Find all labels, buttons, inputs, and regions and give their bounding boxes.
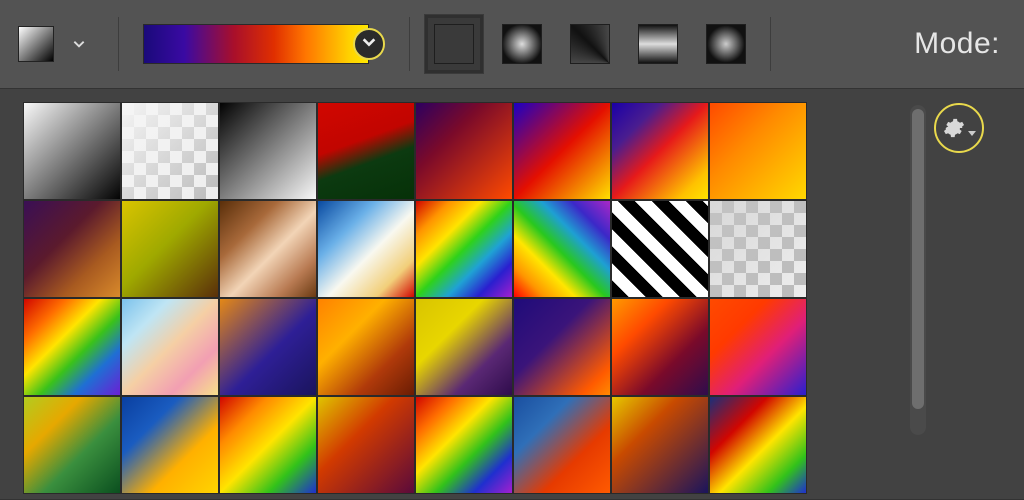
tool-preset-swatch[interactable] xyxy=(18,26,54,62)
gradient-type-radial[interactable] xyxy=(502,24,542,64)
gradient-preset[interactable] xyxy=(318,201,414,297)
gradient-type-angle[interactable] xyxy=(570,24,610,64)
panel-menu-button[interactable] xyxy=(934,103,984,153)
gradient-type-group xyxy=(434,24,746,64)
gradient-preset[interactable] xyxy=(220,299,316,395)
gradient-preset[interactable] xyxy=(24,201,120,297)
gradient-type-diamond[interactable] xyxy=(706,24,746,64)
gradient-preview-group xyxy=(143,24,385,64)
tool-preset-dropdown[interactable] xyxy=(64,29,94,59)
gradient-preset-grid xyxy=(24,103,892,493)
menu-caret-icon xyxy=(968,131,976,136)
gradient-type-linear[interactable] xyxy=(434,24,474,64)
mode-label: Mode: xyxy=(914,27,1006,61)
gradient-preset[interactable] xyxy=(24,397,120,493)
gradient-preset[interactable] xyxy=(514,299,610,395)
gradient-preset[interactable] xyxy=(122,397,218,493)
gradient-preset[interactable] xyxy=(612,103,708,199)
gradient-picker-panel xyxy=(0,88,1024,500)
divider xyxy=(409,17,410,71)
gradient-preset[interactable] xyxy=(220,201,316,297)
gradient-preset[interactable] xyxy=(318,397,414,493)
gradient-preset[interactable] xyxy=(318,103,414,199)
gradient-picker-dropdown[interactable] xyxy=(353,28,385,60)
gradient-preset[interactable] xyxy=(122,201,218,297)
scrollbar-thumb[interactable] xyxy=(912,109,924,409)
gradient-preset[interactable] xyxy=(122,103,218,199)
gear-icon xyxy=(943,117,965,139)
gradient-preset[interactable] xyxy=(318,299,414,395)
gradient-preset[interactable] xyxy=(24,299,120,395)
gradient-preset[interactable] xyxy=(514,201,610,297)
gradient-preset[interactable] xyxy=(220,103,316,199)
gradient-preset[interactable] xyxy=(710,397,806,493)
chevron-down-icon xyxy=(72,37,86,51)
gradient-preset[interactable] xyxy=(416,397,512,493)
gradient-preset[interactable] xyxy=(710,299,806,395)
gradient-preset[interactable] xyxy=(612,201,708,297)
gradient-preset[interactable] xyxy=(24,103,120,199)
gradient-preset[interactable] xyxy=(710,103,806,199)
gradient-preset[interactable] xyxy=(514,397,610,493)
gradient-preset[interactable] xyxy=(514,103,610,199)
gradient-preset[interactable] xyxy=(416,103,512,199)
gradient-preset[interactable] xyxy=(416,299,512,395)
gradient-preset[interactable] xyxy=(612,397,708,493)
gradient-preset[interactable] xyxy=(710,201,806,297)
gradient-preset[interactable] xyxy=(612,299,708,395)
chevron-down-icon xyxy=(361,34,377,55)
gradient-preset[interactable] xyxy=(220,397,316,493)
scrollbar[interactable] xyxy=(910,105,926,435)
divider xyxy=(770,17,771,71)
gradient-preview[interactable] xyxy=(143,24,369,64)
gradient-type-reflected[interactable] xyxy=(638,24,678,64)
divider xyxy=(118,17,119,71)
options-bar: Mode: xyxy=(0,0,1024,88)
gradient-preset[interactable] xyxy=(122,299,218,395)
gradient-preset[interactable] xyxy=(416,201,512,297)
